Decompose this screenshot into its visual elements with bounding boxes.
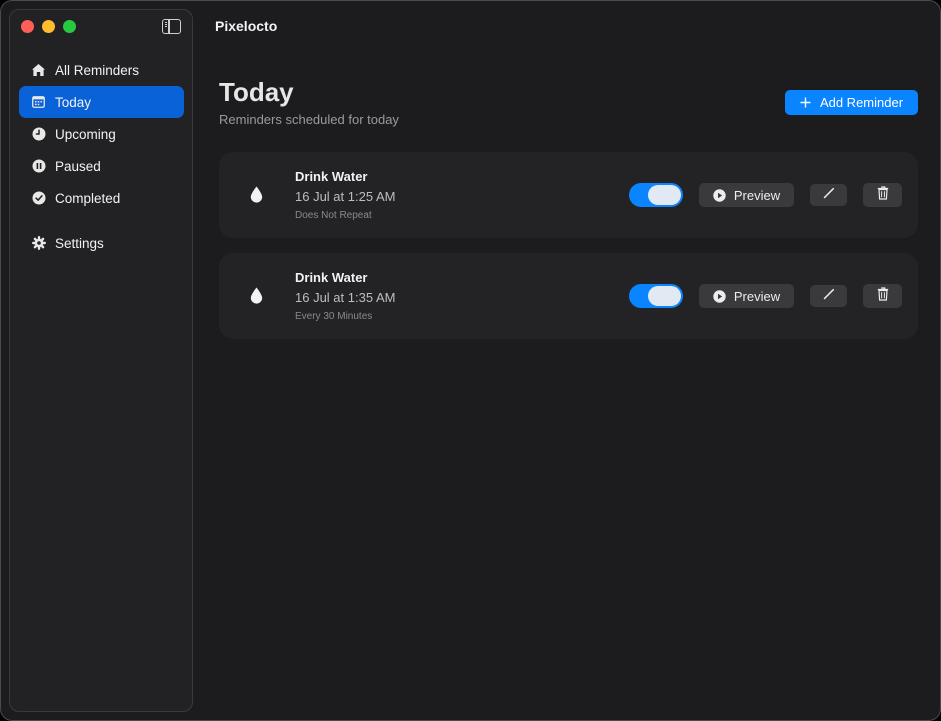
sidebar-item-label: Today <box>55 94 92 110</box>
sidebar-item-paused[interactable]: Paused <box>19 150 184 182</box>
preview-button[interactable]: Preview <box>699 284 794 308</box>
pencil-icon <box>823 287 835 305</box>
sidebar-item-label: Completed <box>55 190 121 206</box>
app-window: All Reminders Today Upcoming Paused Comp… <box>0 0 941 721</box>
water-drop-icon <box>250 186 263 208</box>
reminder-enabled-toggle[interactable] <box>629 183 683 207</box>
preview-label: Preview <box>733 187 781 203</box>
sidebar-item-label: All Reminders <box>55 62 140 78</box>
add-reminder-button[interactable]: Add Reminder <box>785 90 918 115</box>
window-controls <box>21 20 76 33</box>
water-drop-icon <box>250 287 263 309</box>
sidebar-item-all-reminders[interactable]: All Reminders <box>19 54 184 86</box>
reminder-time: 16 Jul at 1:25 AM <box>295 189 396 204</box>
play-icon <box>713 289 726 303</box>
sidebar-item-label: Paused <box>55 158 101 174</box>
reminder-card: Drink Water 16 Jul at 1:35 AM Every 30 M… <box>219 253 918 339</box>
clock-icon <box>31 127 46 142</box>
page-title: Today <box>219 77 294 107</box>
reminder-title: Drink Water <box>295 270 368 285</box>
delete-button[interactable] <box>863 284 902 308</box>
sidebar-item-completed[interactable]: Completed <box>19 182 184 214</box>
sidebar-nav: All Reminders Today Upcoming Paused Comp… <box>19 54 184 259</box>
app-title: Pixelocto <box>215 18 278 34</box>
reminder-repeat: Every 30 Minutes <box>295 311 373 322</box>
reminder-time: 16 Jul at 1:35 AM <box>295 290 396 305</box>
house-icon <box>31 63 46 78</box>
reminder-card: Drink Water 16 Jul at 1:25 AM Does Not R… <box>219 152 918 238</box>
gear-icon <box>31 236 46 251</box>
zoom-window-button[interactable] <box>63 20 76 33</box>
delete-button[interactable] <box>863 183 902 207</box>
add-reminder-label: Add Reminder <box>819 95 904 110</box>
sidebar: All Reminders Today Upcoming Paused Comp… <box>9 9 193 712</box>
sidebar-toggle-icon[interactable] <box>162 19 181 34</box>
trash-icon <box>877 286 889 306</box>
reminder-repeat: Does Not Repeat <box>295 210 372 221</box>
sidebar-item-label: Settings <box>55 235 104 251</box>
edit-button[interactable] <box>810 184 847 206</box>
plus-icon <box>800 97 811 108</box>
edit-button[interactable] <box>810 285 847 307</box>
calendar-icon <box>31 95 46 110</box>
preview-label: Preview <box>733 288 781 304</box>
preview-button[interactable]: Preview <box>699 183 794 207</box>
sidebar-item-settings[interactable]: Settings <box>19 227 184 259</box>
close-window-button[interactable] <box>21 20 34 33</box>
reminder-enabled-toggle[interactable] <box>629 284 683 308</box>
sidebar-item-today[interactable]: Today <box>19 86 184 118</box>
sidebar-item-upcoming[interactable]: Upcoming <box>19 118 184 150</box>
minimize-window-button[interactable] <box>42 20 55 33</box>
pencil-icon <box>823 186 835 204</box>
toggle-knob <box>648 286 681 306</box>
sidebar-item-label: Upcoming <box>55 126 116 142</box>
pause-circle-icon <box>31 159 46 174</box>
trash-icon <box>877 185 889 205</box>
checkmark-circle-icon <box>31 191 46 206</box>
page-subtitle: Reminders scheduled for today <box>219 112 399 127</box>
play-icon <box>713 188 726 202</box>
toggle-knob <box>648 185 681 205</box>
reminder-title: Drink Water <box>295 169 368 184</box>
